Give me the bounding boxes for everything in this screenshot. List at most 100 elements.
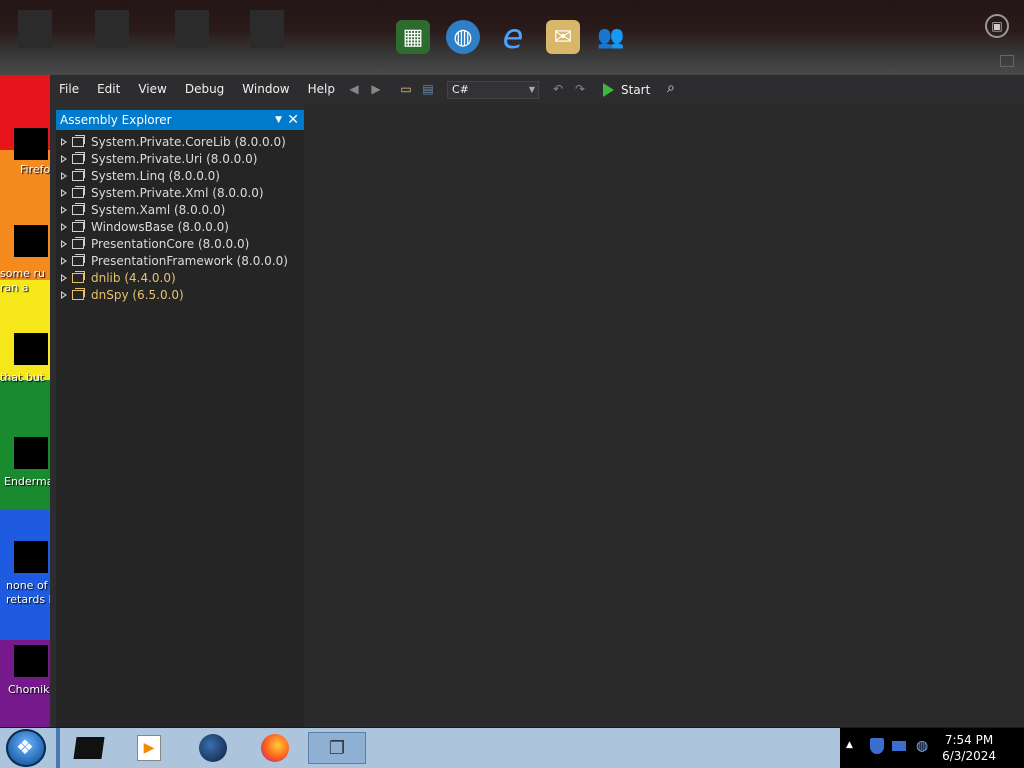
app-shape — [199, 734, 227, 762]
save-icon[interactable]: ▤ — [420, 81, 436, 97]
redo-icon[interactable]: ↷ — [572, 81, 588, 97]
menu-debug[interactable]: Debug — [176, 75, 233, 103]
dock-menu-icon[interactable]: ▣ — [985, 14, 1009, 38]
desktop-icon-label: none of retards k — [6, 579, 55, 606]
tree-item[interactable]: PresentationCore (8.0.0.0) — [56, 235, 304, 252]
chevron-down-icon: ▼ — [528, 85, 535, 94]
windows-stack-icon: ❐ — [328, 737, 346, 759]
desktop-icon-label: that but — [0, 371, 45, 384]
expand-icon[interactable] — [61, 205, 67, 214]
dock-globe-icon[interactable]: ◍ — [446, 20, 480, 54]
desktop-icon-image — [14, 645, 48, 677]
desktop-icon-image — [14, 225, 48, 257]
dock-ghost-icon — [250, 10, 284, 48]
assembly-icon — [72, 270, 85, 283]
taskbar-app-black-icon[interactable] — [72, 732, 106, 764]
tree-item-label: PresentationCore (8.0.0.0) — [91, 236, 250, 251]
tree-item-label: dnlib (4.4.0.0) — [91, 270, 176, 285]
dnspy-window: File Edit View Debug Window Help ◀ ▶ ▭ ▤… — [50, 75, 1024, 727]
desktop-icon-image — [14, 541, 48, 573]
tree-item-label: WindowsBase (8.0.0.0) — [91, 219, 229, 234]
app-shape — [73, 737, 105, 759]
menu-file[interactable]: File — [50, 75, 88, 103]
expand-icon[interactable] — [61, 222, 67, 231]
start-debug-button[interactable]: Start — [603, 80, 650, 100]
tree-item-label: System.Private.Uri (8.0.0.0) — [91, 151, 258, 166]
clock-date: 6/3/2024 — [942, 749, 996, 763]
dock-people-icon[interactable]: 👥 — [594, 20, 628, 54]
desktop-icon-image — [14, 333, 48, 365]
taskbar-divider — [56, 728, 60, 768]
taskbar-dnspy-active[interactable]: ❐ — [308, 732, 366, 764]
dock-ghost-icon — [175, 10, 209, 48]
panel-dropdown-icon[interactable]: ▼ — [275, 110, 282, 130]
dock-ghost-icon — [18, 10, 52, 48]
dock-restore-icon[interactable] — [1000, 55, 1014, 67]
tree-item[interactable]: PresentationFramework (8.0.0.0) — [56, 252, 304, 269]
assembly-icon — [72, 202, 85, 215]
tree-item-label: System.Private.CoreLib (8.0.0.0) — [91, 134, 286, 149]
system-tray: ▲ ◍ 7:54 PM 6/3/2024 — [840, 728, 1024, 768]
expand-icon[interactable] — [61, 239, 67, 248]
assembly-icon — [72, 185, 85, 198]
expand-icon[interactable] — [61, 137, 67, 146]
desktop-icon-image — [14, 437, 48, 469]
tree-item-label: System.Linq (8.0.0.0) — [91, 168, 220, 183]
close-icon[interactable]: ✕ — [287, 110, 299, 130]
tray-shield-icon[interactable] — [870, 738, 884, 754]
taskbar-media-icon[interactable]: ▶ — [132, 732, 166, 764]
expand-icon[interactable] — [61, 256, 67, 265]
dock-app-icon[interactable]: ▦ — [396, 20, 430, 54]
nav-forward-icon[interactable]: ▶ — [368, 81, 384, 97]
dock-mail-icon[interactable]: ✉ — [546, 20, 580, 54]
clock[interactable]: 7:54 PM 6/3/2024 — [942, 732, 996, 764]
menu-edit[interactable]: Edit — [88, 75, 129, 103]
expand-icon[interactable] — [61, 188, 67, 197]
tree-item[interactable]: System.Private.Xml (8.0.0.0) — [56, 184, 304, 201]
search-icon[interactable]: ⌕ — [667, 80, 685, 98]
play-icon — [603, 83, 614, 97]
tree-item[interactable]: System.Private.Uri (8.0.0.0) — [56, 150, 304, 167]
assembly-icon — [72, 134, 85, 147]
assembly-icon — [72, 253, 85, 266]
language-select[interactable]: C# ▼ — [447, 81, 539, 99]
app-shape — [261, 734, 289, 762]
expand-icon[interactable] — [61, 171, 67, 180]
menu-window[interactable]: Window — [233, 75, 298, 103]
tray-expand-icon[interactable]: ▲ — [846, 740, 853, 750]
tree-item[interactable]: WindowsBase (8.0.0.0) — [56, 218, 304, 235]
dock-ie-icon[interactable]: e — [496, 17, 530, 57]
assembly-explorer-header: Assembly Explorer ▼ ✕ — [56, 110, 304, 130]
tree-item[interactable]: dnlib (4.4.0.0) — [56, 269, 304, 286]
assembly-icon — [72, 151, 85, 164]
top-dock: ▦ ◍ e ✉ 👥 ▣ — [0, 0, 1024, 75]
dock-ghost-icon — [95, 10, 129, 48]
expand-icon[interactable] — [61, 273, 67, 282]
start-orb-icon[interactable] — [6, 729, 46, 767]
tree-item[interactable]: System.Private.CoreLib (8.0.0.0) — [56, 133, 304, 150]
undo-icon[interactable]: ↶ — [550, 81, 566, 97]
assembly-icon — [72, 236, 85, 249]
start-label: Start — [621, 83, 651, 97]
language-select-value: C# — [452, 83, 469, 96]
expand-icon[interactable] — [61, 290, 67, 299]
tray-sync-icon[interactable]: ◍ — [916, 738, 928, 754]
tree-item[interactable]: System.Linq (8.0.0.0) — [56, 167, 304, 184]
desktop-icon-label: Enderma — [4, 475, 54, 488]
taskbar-globe-icon[interactable] — [196, 732, 230, 764]
open-folder-icon[interactable]: ▭ — [398, 81, 414, 97]
expand-icon[interactable] — [61, 154, 67, 163]
tree-item[interactable]: dnSpy (6.5.0.0) — [56, 286, 304, 303]
editor-area[interactable] — [304, 103, 1024, 727]
taskbar-firefox-icon[interactable] — [258, 732, 292, 764]
menu-view[interactable]: View — [129, 75, 175, 103]
nav-back-icon[interactable]: ◀ — [346, 81, 362, 97]
tree-item[interactable]: System.Xaml (8.0.0.0) — [56, 201, 304, 218]
tray-network-icon[interactable] — [892, 741, 906, 751]
assembly-explorer-title: Assembly Explorer — [60, 113, 172, 127]
tree-item-label: dnSpy (6.5.0.0) — [91, 287, 184, 302]
tree-item-label: System.Private.Xml (8.0.0.0) — [91, 185, 264, 200]
desktop-icon-image — [14, 128, 48, 160]
tree-item-label: PresentationFramework (8.0.0.0) — [91, 253, 288, 268]
menu-help[interactable]: Help — [299, 75, 344, 103]
